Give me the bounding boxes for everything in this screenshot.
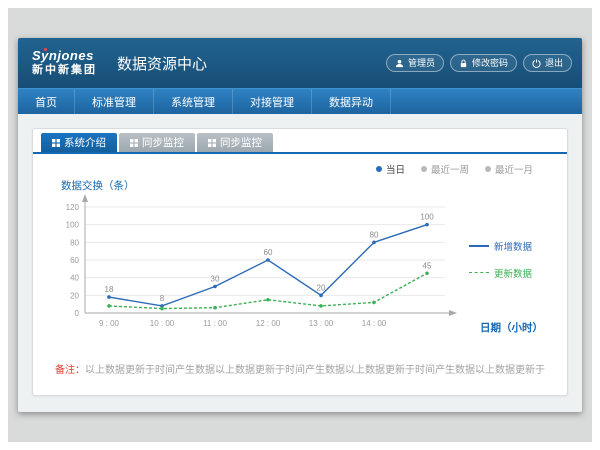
dot-icon [421, 166, 427, 172]
tab-label: 同步监控 [220, 137, 262, 149]
change-password-button[interactable]: 修改密码 [450, 54, 517, 72]
tab-label: 系统介绍 [64, 137, 106, 149]
x-axis-title: 日期（小时） [480, 320, 543, 335]
tab-sync-monitor-1[interactable]: 同步监控 [119, 133, 195, 152]
logout-icon [532, 59, 541, 68]
svg-text:100: 100 [66, 221, 80, 230]
series-legend-label: 更新数据 [494, 266, 532, 280]
header-actions: 管理员 修改密码 退出 [386, 54, 572, 72]
page-title: 数据资源中心 [117, 53, 207, 74]
y-axis-title: 数据交换（条） [61, 178, 551, 193]
chart-area: 0 20 40 60 80 100 120 9 : 00 10 : 00 11 : 00 12 : … [49, 193, 551, 351]
admin-user-button[interactable]: 管理员 [386, 54, 444, 72]
series-legend-item: 更新数据 [469, 266, 549, 280]
svg-text:11 : 00: 11 : 00 [203, 319, 227, 328]
svg-text:9 : 00: 9 : 00 [99, 319, 120, 328]
svg-text:20: 20 [70, 291, 79, 300]
series-legend-label: 新增数据 [494, 239, 532, 253]
nav-item-connection-mgmt[interactable]: 对接管理 [233, 89, 312, 114]
filter-label: 最近一周 [431, 162, 469, 176]
footnote-label: 备注： [55, 365, 85, 376]
logout-label: 退出 [545, 57, 563, 69]
svg-text:30: 30 [211, 275, 220, 284]
change-password-label: 修改密码 [472, 57, 508, 69]
svg-text:40: 40 [70, 274, 79, 283]
dot-icon [376, 166, 382, 172]
svg-text:18: 18 [105, 285, 114, 294]
tab-label: 同步监控 [142, 137, 184, 149]
logo-dot [44, 48, 47, 51]
svg-text:13 : 00: 13 : 00 [309, 319, 334, 328]
svg-text:60: 60 [264, 248, 273, 257]
nav-item-home[interactable]: 首页 [18, 89, 75, 114]
grid-icon [52, 139, 60, 147]
tab-system-intro[interactable]: 系统介绍 [41, 133, 117, 152]
chart-canvas: 0 20 40 60 80 100 120 9 : 00 10 : 00 11 : 00 12 : … [49, 193, 469, 351]
svg-text:20: 20 [317, 283, 326, 292]
filter-last-week[interactable]: 最近一周 [421, 162, 469, 176]
footnote-text: 以上数据更新于时间产生数据以上数据更新于时间产生数据以上数据更新于时间产生数据以… [85, 365, 545, 376]
svg-text:12 : 00: 12 : 00 [256, 319, 281, 328]
series-legend-item: 新增数据 [469, 239, 549, 253]
brand: Synjones 新中新集团 数据资源中心 [28, 49, 207, 77]
main-panel: 系统介绍 同步监控 同步监控 [32, 128, 568, 396]
logo: Synjones 新中新集团 [28, 49, 97, 77]
svg-text:0: 0 [75, 309, 80, 318]
filter-label: 最近一月 [495, 162, 533, 176]
svg-text:10 : 00: 10 : 00 [150, 319, 175, 328]
tab-sync-monitor-2[interactable]: 同步监控 [197, 133, 273, 152]
filter-last-month[interactable]: 最近一月 [485, 162, 533, 176]
time-filter-legend: 当日 最近一周 最近一月 [49, 162, 551, 176]
nav-item-system-mgmt[interactable]: 系统管理 [154, 89, 233, 114]
nav-item-data-changes[interactable]: 数据异动 [312, 89, 391, 114]
svg-text:80: 80 [70, 238, 79, 247]
filter-today[interactable]: 当日 [376, 162, 405, 176]
svg-text:60: 60 [70, 256, 79, 265]
content-area: 系统介绍 同步监控 同步监控 [18, 114, 582, 412]
grid-icon [208, 139, 216, 147]
tab-bar: 系统介绍 同步监控 同步监控 [33, 129, 567, 154]
filter-label: 当日 [386, 162, 405, 176]
desktop-background: Synjones 新中新集团 数据资源中心 管理员 修改密码 [8, 8, 592, 442]
svg-text:45: 45 [423, 261, 432, 270]
app-header: Synjones 新中新集团 数据资源中心 管理员 修改密码 [18, 38, 582, 88]
line-sample-icon [469, 272, 489, 273]
footnote: 备注：以上数据更新于时间产生数据以上数据更新于时间产生数据以上数据更新于时间产生… [55, 363, 545, 379]
user-icon [395, 59, 404, 68]
dot-icon [485, 166, 491, 172]
svg-text:14 : 00: 14 : 00 [362, 319, 387, 328]
app-window: Synjones 新中新集团 数据资源中心 管理员 修改密码 [18, 38, 582, 412]
logo-text: Synjones [32, 49, 97, 63]
main-nav: 首页 标准管理 系统管理 对接管理 数据异动 [18, 88, 582, 114]
svg-text:80: 80 [370, 230, 379, 239]
line-chart: 0 20 40 60 80 100 120 9 : 00 10 : 00 11 : 00 12 : … [49, 193, 469, 351]
nav-item-standard-mgmt[interactable]: 标准管理 [75, 89, 154, 114]
logout-button[interactable]: 退出 [523, 54, 572, 72]
svg-text:120: 120 [66, 203, 80, 212]
svg-text:100: 100 [420, 213, 434, 222]
logo-subtext: 新中新集团 [32, 63, 97, 77]
admin-user-label: 管理员 [408, 57, 435, 69]
grid-icon [130, 139, 138, 147]
lock-icon [459, 59, 468, 68]
svg-text:8: 8 [160, 294, 165, 303]
line-sample-icon [469, 245, 489, 247]
chart-section: 当日 最近一周 最近一月 数据交换（条） 0204060801 [33, 154, 567, 351]
